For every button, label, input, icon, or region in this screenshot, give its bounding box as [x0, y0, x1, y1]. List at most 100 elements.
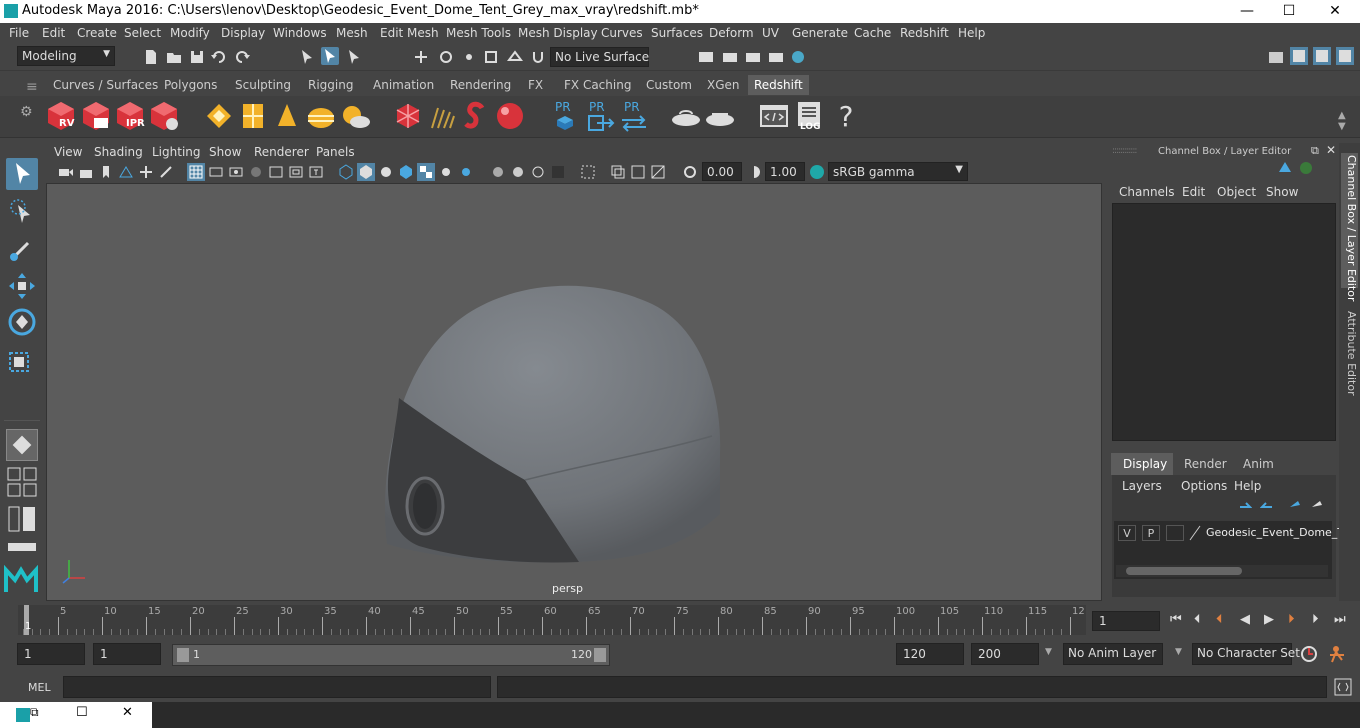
snap-magnet-icon[interactable] — [529, 48, 547, 66]
options-menu[interactable]: Options — [1181, 479, 1227, 493]
gamma-field[interactable]: 1.00 — [765, 162, 805, 181]
step-forward-key-icon[interactable]: ⏵ — [1288, 612, 1295, 627]
go-to-start-icon[interactable]: ⏮ — [1170, 612, 1182, 627]
wireframe-on-shaded-icon[interactable] — [397, 163, 415, 181]
redshift-material-blend-icon[interactable] — [704, 100, 736, 132]
smooth-shade-icon[interactable] — [357, 163, 375, 181]
move-layer-down-icon[interactable] — [1259, 499, 1274, 513]
snap-point-icon[interactable] — [460, 48, 478, 66]
tool-settings-toggle-icon[interactable] — [1313, 47, 1331, 65]
tab-polygons[interactable]: Polygons — [158, 75, 223, 95]
tab-custom[interactable]: Custom — [640, 75, 698, 95]
tab-channel-box-layer-editor[interactable]: Channel Box / Layer Editor — [1341, 153, 1358, 302]
layers-menu[interactable]: Layers — [1122, 479, 1162, 493]
paint-select-tool-icon[interactable] — [6, 233, 38, 265]
x-ray-joints-icon[interactable] — [629, 163, 647, 181]
modeling-toolkit-icon[interactable] — [1267, 48, 1285, 66]
image-plane-icon[interactable] — [117, 163, 135, 181]
redshift-sphere-icon[interactable] — [494, 100, 526, 132]
exposure-field[interactable]: 0.00 — [702, 162, 742, 181]
exposure-icon[interactable] — [681, 163, 699, 181]
render-history-icon[interactable] — [697, 48, 715, 66]
redshift-spot-light-icon[interactable] — [271, 100, 303, 132]
resolution-gate-icon[interactable] — [227, 163, 245, 181]
select-hierarchy-icon[interactable] — [298, 48, 316, 66]
close-button[interactable]: ✕ — [1320, 2, 1350, 20]
redshift-batch-render-icon[interactable] — [80, 100, 112, 132]
default-material-icon[interactable] — [377, 163, 395, 181]
edit-menu[interactable]: Edit — [1182, 185, 1205, 199]
menu-file[interactable]: File — [9, 26, 29, 40]
rotate-tool-icon[interactable] — [6, 306, 38, 338]
panel-menu-renderer[interactable]: Renderer — [254, 145, 309, 159]
layer-visibility-toggle[interactable]: V — [1118, 525, 1136, 541]
select-component-icon[interactable] — [345, 48, 363, 66]
gate-mask-icon[interactable] — [247, 163, 265, 181]
snap-surface-icon[interactable] — [506, 48, 524, 66]
x-ray-components-icon[interactable] — [649, 163, 667, 181]
float-panel-icon[interactable]: ⧉ — [1311, 144, 1319, 158]
tab-anim[interactable]: Anim — [1233, 453, 1283, 475]
redshift-render-settings-icon[interactable] — [148, 100, 180, 132]
redshift-proxy-icon[interactable] — [203, 100, 235, 132]
current-frame-field[interactable]: 1 — [1092, 611, 1160, 631]
dome-tent-model[interactable] — [47, 184, 1101, 600]
shelf-scroll-icon[interactable]: ▲ ▼ — [1338, 110, 1352, 132]
menu-create[interactable]: Create — [77, 26, 117, 40]
minimized-window[interactable]: ⧉ ☐ ✕ — [0, 702, 152, 728]
outliner-layout-icon[interactable] — [6, 505, 38, 533]
tab-fx-caching[interactable]: FX Caching — [558, 75, 637, 95]
menu-help[interactable]: Help — [958, 26, 985, 40]
use-all-lights-icon[interactable] — [437, 163, 455, 181]
auto-key-icon[interactable] — [1300, 645, 1318, 663]
layout-divider-icon[interactable] — [6, 541, 38, 553]
toggle-icon[interactable] — [1299, 161, 1313, 175]
redshift-render-view-icon[interactable]: RV — [45, 100, 77, 132]
redshift-help-icon[interactable]: ? — [830, 100, 862, 133]
menu-mesh-tools[interactable]: Mesh Tools — [446, 26, 511, 40]
layer-playback-toggle[interactable]: P — [1142, 525, 1160, 541]
redshift-material-icon[interactable] — [670, 100, 702, 132]
step-back-frame-icon[interactable]: ⏴ — [1194, 612, 1201, 627]
render-settings-icon[interactable] — [767, 48, 785, 66]
playback-end-field[interactable]: 120 — [896, 643, 964, 665]
menu-windows[interactable]: Windows — [273, 26, 327, 40]
shadows-icon[interactable] — [457, 163, 475, 181]
layer-name[interactable]: Geodesic_Event_Dome_T — [1206, 526, 1344, 539]
menu-display[interactable]: Display — [221, 26, 265, 40]
single-pane-layout-icon[interactable] — [6, 429, 38, 461]
layer-display-type[interactable] — [1166, 525, 1184, 541]
menu-mesh[interactable]: Mesh — [336, 26, 368, 40]
new-layer-selected-icon[interactable] — [1310, 499, 1324, 513]
two-d-pan-icon[interactable] — [137, 163, 155, 181]
screen-space-ao-icon[interactable] — [489, 163, 507, 181]
close-panel-icon[interactable]: ✕ — [1326, 143, 1336, 157]
grease-pencil-icon[interactable] — [157, 163, 175, 181]
color-management-icon[interactable] — [808, 163, 826, 181]
minimize-button[interactable]: — — [1232, 2, 1262, 20]
menu-curves[interactable]: Curves — [601, 26, 643, 40]
shelf-settings-icon[interactable]: ⚙ — [20, 104, 34, 128]
help-menu[interactable]: Help — [1234, 479, 1261, 493]
step-back-key-icon[interactable]: ⏴ — [1216, 612, 1223, 627]
persp-viewport[interactable]: persp — [46, 183, 1102, 601]
menu-edit-mesh[interactable]: Edit Mesh — [380, 26, 439, 40]
snap-view-icon[interactable] — [482, 48, 500, 66]
maximize-icon[interactable]: ☐ — [76, 705, 88, 720]
redshift-pr-export-icon[interactable]: PR — [583, 100, 615, 132]
tab-sculpting[interactable]: Sculpting — [229, 75, 297, 95]
new-scene-icon[interactable] — [142, 48, 160, 66]
start-frame-field[interactable]: 1 — [17, 643, 85, 665]
panel-menu-panels[interactable]: Panels — [316, 145, 355, 159]
go-to-end-icon[interactable]: ⏭ — [1334, 612, 1346, 627]
tab-rendering[interactable]: Rendering — [444, 75, 517, 95]
redshift-log-icon[interactable]: LOG — [794, 100, 826, 132]
character-set-select[interactable]: No Character Set — [1192, 643, 1300, 665]
scale-tool-icon[interactable] — [6, 343, 38, 375]
isolate-select-icon[interactable] — [579, 163, 597, 181]
object-menu[interactable]: Object — [1217, 185, 1256, 199]
motion-blur-icon[interactable] — [509, 163, 527, 181]
shelf-menu-icon[interactable]: ≡ — [20, 76, 44, 96]
panel-menu-show[interactable]: Show — [209, 145, 241, 159]
wireframe-icon[interactable] — [337, 163, 355, 181]
